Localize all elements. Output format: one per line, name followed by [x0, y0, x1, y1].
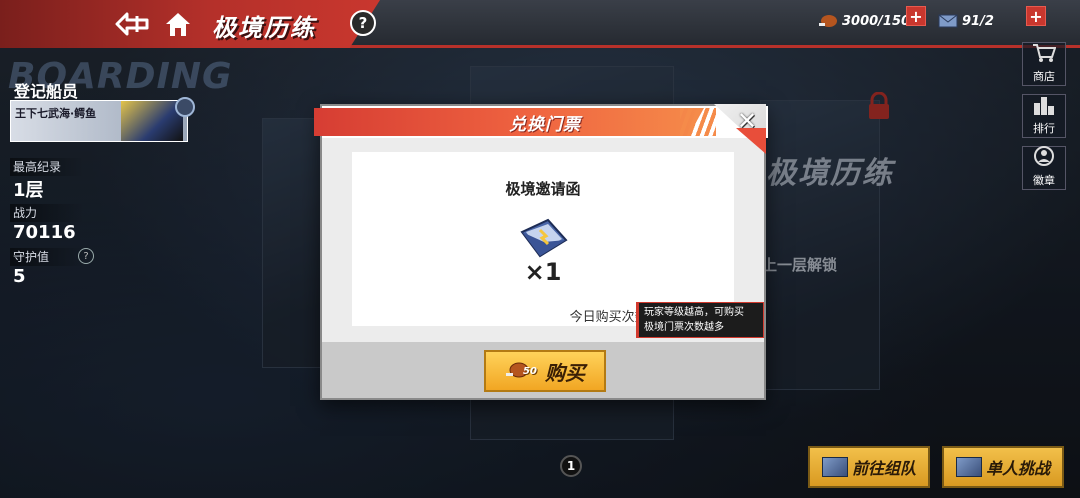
ranking-button[interactable]: 排行	[1022, 94, 1066, 138]
page-indicator[interactable]: 1	[560, 455, 582, 477]
close-icon: ✕	[736, 107, 758, 135]
crew-panel: BOARDING 登记船员 王下七武海·鳄鱼 最高纪录 1层 战力 70116 …	[0, 52, 232, 292]
top-bar: 极境历练 ? 3000/150 + 91/2 +	[0, 0, 1080, 48]
solo-envelope-icon	[955, 457, 982, 477]
exchange-ticket-dialog: 兑换门票 ✕ 极境邀请函 ×1 今日购买次数剩余: 8 ? 50 购买	[314, 104, 768, 400]
character-name: 王下七武海·鳄鱼	[15, 107, 97, 120]
shop-button[interactable]: 商店	[1022, 42, 1066, 86]
food-resource: 3000/150	[818, 10, 910, 32]
purchase-tooltip: 玩家等级越高，可购买 极境门票次数越多	[636, 302, 764, 338]
cart-icon	[1032, 43, 1057, 68]
buy-label: 购买	[544, 360, 585, 385]
close-button[interactable]: ✕	[734, 107, 760, 135]
invitation-letter-icon	[520, 218, 568, 258]
ticket-resource: 91/2	[938, 10, 994, 32]
stat-value-record: 1层	[13, 180, 44, 201]
back-arrow-icon	[115, 12, 149, 36]
stat-value-guard: 5	[13, 266, 26, 287]
stat-label-record: 最高纪录	[10, 158, 84, 176]
add-food-button[interactable]: +	[906, 6, 926, 26]
team-up-button[interactable]: 前往组队	[808, 446, 930, 488]
character-card[interactable]: 王下七武海·鳄鱼	[10, 97, 195, 142]
dialog-title: 兑换门票	[509, 115, 581, 135]
item-panel: 极境邀请函 ×1 今日购买次数剩余: 8 ?	[352, 152, 734, 326]
tooltip-line-2: 极境门票次数越多	[644, 322, 724, 333]
swap-icon[interactable]	[175, 97, 195, 117]
shop-label: 商店	[1033, 70, 1055, 83]
add-ticket-button[interactable]: +	[1026, 6, 1046, 26]
home-icon	[166, 13, 190, 36]
ranking-icon	[1032, 95, 1056, 120]
badge-icon	[1033, 145, 1055, 172]
item-name: 极境邀请函	[505, 180, 581, 198]
buy-cost: 50	[523, 365, 537, 377]
envelope-icon	[938, 14, 958, 28]
food-value: 3000/150	[842, 13, 911, 29]
crew-title: 登记船员	[14, 82, 79, 101]
solo-challenge-button[interactable]: 单人挑战	[942, 446, 1064, 488]
item-quantity: ×1	[524, 258, 562, 286]
meat-icon	[819, 15, 837, 27]
ranking-label: 排行	[1033, 122, 1055, 135]
solo-challenge-label: 单人挑战	[985, 459, 1050, 478]
home-button[interactable]	[160, 8, 196, 40]
stat-value-power: 70116	[13, 222, 76, 243]
stat-label-guard: 守护值	[10, 248, 84, 266]
back-button[interactable]	[112, 8, 152, 40]
tooltip-line-1: 玩家等级越高，可购买	[644, 307, 744, 318]
stat-label-power: 战力	[10, 204, 84, 222]
ticket-value: 91/2	[962, 13, 994, 29]
badge-label: 徽章	[1033, 174, 1055, 187]
character-portrait	[121, 101, 183, 141]
buy-button[interactable]: 50 购买	[484, 350, 606, 392]
page-title: 极境历练	[212, 14, 316, 42]
team-envelope-icon	[821, 457, 848, 477]
dialog-header: 兑换门票	[314, 106, 768, 138]
guard-info-icon[interactable]: ?	[78, 248, 94, 264]
help-button[interactable]: ?	[350, 10, 376, 36]
team-up-label: 前往组队	[851, 459, 916, 478]
badge-button[interactable]: 徽章	[1022, 146, 1066, 190]
